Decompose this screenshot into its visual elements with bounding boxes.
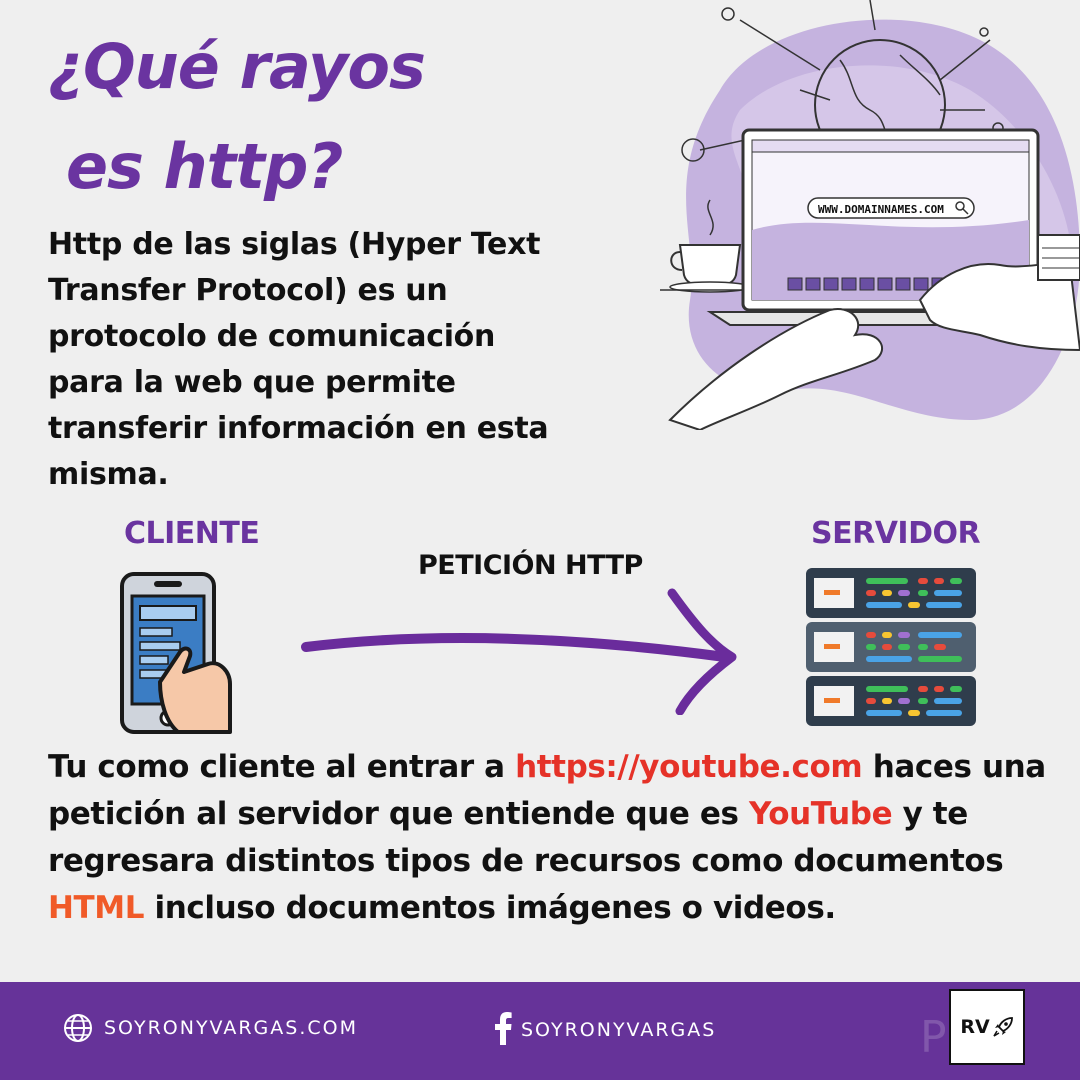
request-arrow-icon <box>301 588 737 715</box>
laptop-illustration: WWW.DOMAINNAMES.COM <box>660 0 1080 430</box>
facebook-handle[interactable]: SOYRONYVARGAS <box>521 1019 716 1041</box>
server-label: SERVIDOR <box>811 516 981 551</box>
server-icon <box>806 568 976 726</box>
arrow-label: PETICIÓN HTTP <box>418 550 643 581</box>
facebook-icon <box>495 1012 512 1045</box>
url-bar-text: WWW.DOMAINNAMES.COM <box>818 203 944 216</box>
explanation-text-4: incluso documentos imágenes o videos. <box>144 890 836 926</box>
title-line-1: ¿Qué rayos <box>48 30 426 103</box>
explanation-paragraph: Tu como cliente al entrar a https://yout… <box>48 744 1048 932</box>
title-line-2: es http? <box>66 130 343 203</box>
youtube-link[interactable]: https://youtube.com <box>515 749 863 785</box>
rv-logo-badge: RV <box>949 989 1025 1065</box>
youtube-brand: YouTube <box>749 796 893 832</box>
explanation-text-1: Tu como cliente al entrar a <box>48 749 516 785</box>
website-link[interactable]: SOYRONYVARGAS.COM <box>104 1017 358 1039</box>
globe-icon <box>64 1014 92 1042</box>
rv-logo-text: RV <box>960 1016 990 1038</box>
smartphone-hand-icon <box>120 572 232 734</box>
rocket-icon <box>993 1017 1013 1037</box>
intro-paragraph: Http de las siglas (Hyper Text Transfer … <box>48 227 549 492</box>
html-highlight: HTML <box>48 890 145 926</box>
client-label: CLIENTE <box>124 516 260 551</box>
